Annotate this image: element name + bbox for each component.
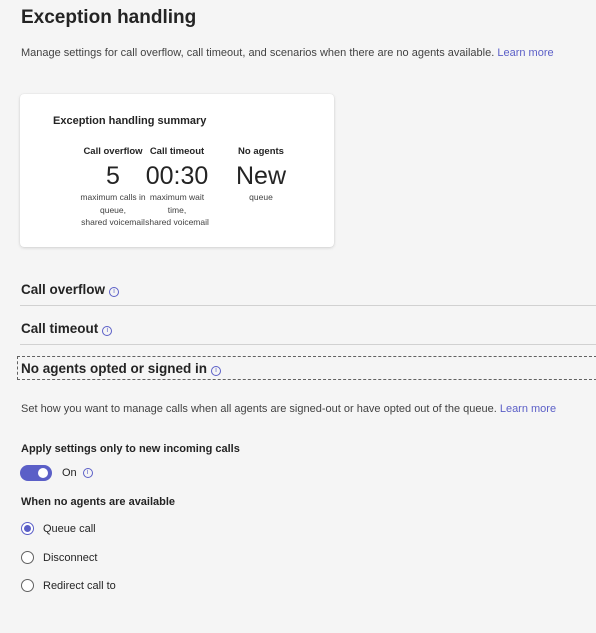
when-no-agents-heading: When no agents are available: [21, 496, 176, 508]
section-label: No agents opted or signed in i: [21, 361, 222, 376]
info-icon[interactable]: i: [102, 326, 113, 336]
radio-redirect-call[interactable]: Redirect call to: [21, 579, 116, 592]
summary-card: Exception handling summary Call overflow…: [20, 94, 334, 247]
radio-button[interactable]: [21, 551, 34, 564]
section-label-text: Call timeout: [21, 321, 99, 336]
section-label: Call overflow i: [21, 282, 120, 297]
summary-col-value: New: [235, 162, 286, 190]
summary-col-heading: No agents: [238, 146, 284, 157]
toggle-label: On: [62, 467, 77, 479]
summary-col-call-timeout: Call timeout 00:30 maximum wait time, sh…: [132, 146, 222, 229]
radio-queue-call[interactable]: Queue call: [21, 522, 96, 535]
radio-label: Redirect call to: [43, 579, 116, 592]
apply-settings-toggle[interactable]: [20, 465, 52, 481]
apply-settings-toggle-row: On i: [20, 465, 93, 481]
page-description-text: Manage settings for call overflow, call …: [21, 47, 495, 59]
radio-label: Queue call: [43, 522, 96, 535]
info-icon[interactable]: i: [109, 287, 120, 297]
radio-button[interactable]: [21, 522, 34, 535]
radio-button[interactable]: [21, 579, 34, 592]
section-call-timeout[interactable]: Call timeout i: [20, 311, 596, 345]
no-agents-description-text: Set how you want to manage calls when al…: [21, 403, 497, 415]
summary-col-note: queue: [226, 191, 296, 204]
section-label-text: Call overflow: [21, 282, 106, 297]
radio-disconnect[interactable]: Disconnect: [21, 551, 97, 564]
learn-more-link[interactable]: Learn more: [500, 403, 556, 415]
summary-col-note-line: queue: [249, 192, 273, 202]
apply-settings-heading: Apply settings only to new incoming call…: [21, 443, 240, 455]
summary-col-note-line: time,: [167, 204, 187, 215]
summary-col-note: maximum wait time, shared voicemail: [132, 191, 222, 229]
summary-col-note-line: maximum wait: [149, 192, 205, 202]
summary-col-note-line: shared voicemail: [145, 217, 209, 227]
summary-card-title: Exception handling summary: [53, 115, 207, 127]
section-label-text: No agents opted or signed in: [21, 361, 208, 376]
summary-col-value: 00:30: [145, 162, 209, 190]
radio-label: Disconnect: [43, 551, 98, 564]
section-call-overflow[interactable]: Call overflow i: [20, 272, 596, 306]
learn-more-link[interactable]: Learn more: [497, 47, 553, 59]
summary-col-heading: Call timeout: [149, 146, 205, 157]
section-no-agents[interactable]: No agents opted or signed in i: [17, 356, 596, 380]
info-icon[interactable]: i: [82, 468, 93, 478]
no-agents-description: Set how you want to manage calls when al…: [21, 403, 556, 415]
section-label: Call timeout i: [21, 321, 113, 336]
page-title: Exception handling: [21, 7, 197, 28]
page-description: Manage settings for call overflow, call …: [21, 47, 554, 59]
summary-col-no-agents: No agents New queue: [226, 146, 296, 204]
info-icon[interactable]: i: [211, 366, 222, 376]
